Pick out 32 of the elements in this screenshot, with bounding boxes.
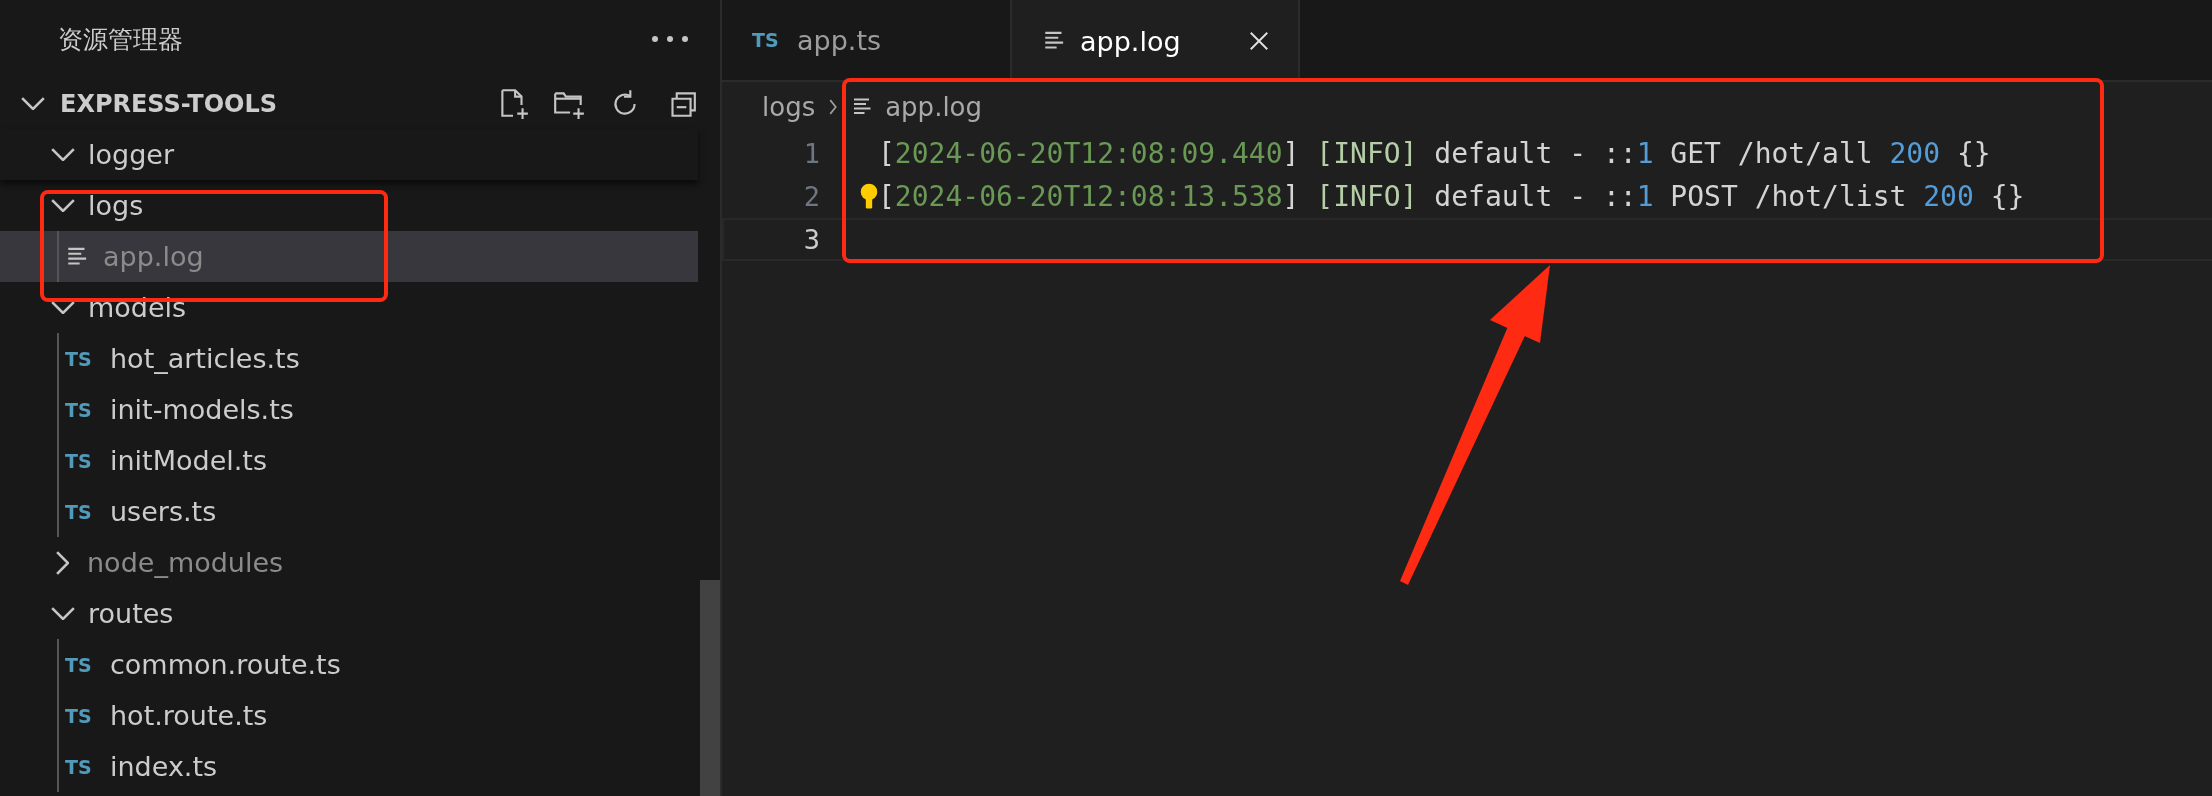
chevron-down-icon [51,148,75,161]
line-number: 2 [802,181,820,212]
ts-file-icon: TS [65,347,98,370]
ts-file-icon: TS [65,653,98,676]
ts-file-icon: TS [752,29,785,51]
tree-item[interactable]: node_modules [0,537,698,588]
breadcrumb-item[interactable]: app.log [885,92,983,122]
line-number: 3 [802,224,820,255]
project-root[interactable]: EXPRESS-TOOLS [0,78,720,129]
log-line-text: [2024-06-20T12:08:09.440] [INFO] default - ::1 GET /hot/all 200 {} [878,136,1992,172]
chevron-down-icon [51,301,75,314]
close-icon[interactable] [1248,30,1270,52]
chevron-down-icon [51,199,75,212]
scrollbar[interactable] [700,580,720,796]
tree-item[interactable]: logs [0,180,698,231]
lightbulb-icon[interactable] [860,182,878,211]
ts-file-icon: TS [65,449,98,472]
breadcrumb-item[interactable]: logs [762,92,816,122]
chevron-right-icon [56,550,69,575]
sidebar-title: 资源管理器 [58,23,183,56]
tree-item[interactable]: routes [0,588,698,639]
tree-item[interactable]: models [0,282,698,333]
chevron-down-icon [51,607,75,620]
tree-item[interactable]: logger [0,129,698,180]
ts-file-icon: TS [65,704,98,727]
more-icon[interactable] [650,34,690,44]
chevron-down-icon [21,97,45,110]
ts-file-icon: TS [65,755,98,778]
line-number: 1 [802,138,820,169]
ts-file-icon: TS [65,500,98,523]
log-line-text: [2024-06-20T12:08:13.538] [INFO] default - ::1 POST /hot/list 200 {} [878,179,2026,215]
ts-file-icon: TS [65,398,98,421]
